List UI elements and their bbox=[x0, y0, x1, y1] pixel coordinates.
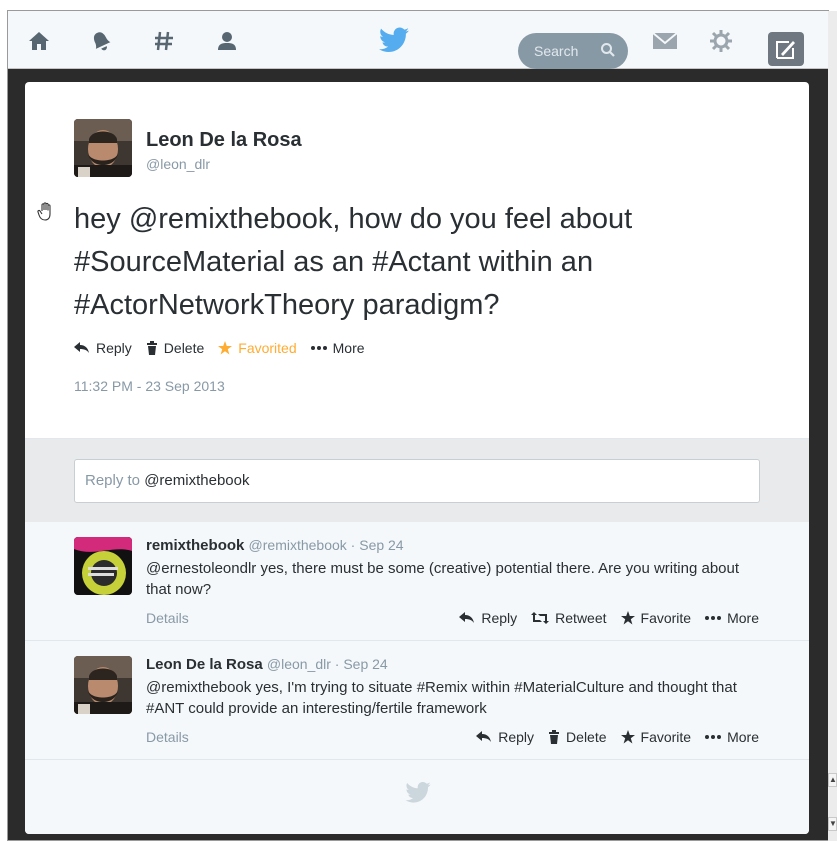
reply-author-name[interactable]: remixthebook bbox=[146, 537, 244, 554]
reply-author-name[interactable]: Leon De la Rosa bbox=[146, 656, 263, 673]
more-button[interactable]: More bbox=[705, 610, 759, 626]
reply-input[interactable]: Reply to @remixthebook bbox=[74, 459, 760, 503]
reply-actions: Reply Retweet Favorite More bbox=[459, 610, 759, 626]
reply-button[interactable]: Reply bbox=[476, 729, 534, 745]
retweet-icon bbox=[531, 612, 550, 624]
reply-area: Reply to @remixthebook bbox=[25, 438, 809, 522]
delete-label: Delete bbox=[163, 340, 205, 356]
search-input[interactable]: Search bbox=[518, 33, 628, 69]
trash-icon bbox=[146, 341, 158, 355]
delete-label: Delete bbox=[566, 729, 607, 745]
search-icon[interactable] bbox=[600, 42, 616, 58]
more-dots-icon bbox=[705, 735, 722, 739]
scroll-down-arrow[interactable]: ▼ bbox=[828, 817, 837, 831]
scroll-up-arrow[interactable]: ▲ bbox=[828, 773, 837, 787]
reply-mention: @remixthebook bbox=[144, 472, 250, 489]
favorite-label: Favorite bbox=[640, 729, 692, 745]
notifications-icon[interactable] bbox=[88, 28, 114, 54]
tweet-text: hey @remixthebook, how do you feel about… bbox=[74, 203, 633, 321]
more-button[interactable]: More bbox=[310, 340, 365, 356]
details-link[interactable]: Details bbox=[146, 729, 189, 745]
author-avatar[interactable] bbox=[74, 119, 132, 177]
reply-meta[interactable]: @remixthebook · Sep 24 bbox=[249, 537, 404, 553]
reply-avatar[interactable] bbox=[74, 656, 132, 714]
retweet-label: Retweet bbox=[555, 610, 607, 626]
messages-icon[interactable] bbox=[650, 28, 680, 54]
reply-header: remixthebook @remixthebook · Sep 24 bbox=[146, 537, 404, 554]
favorited-button[interactable]: Favorited bbox=[218, 340, 297, 356]
favorited-label: Favorited bbox=[238, 340, 297, 356]
compose-icon bbox=[775, 38, 797, 60]
star-icon bbox=[620, 730, 635, 744]
home-icon[interactable] bbox=[26, 28, 52, 54]
favorite-label: Favorite bbox=[640, 610, 692, 626]
twitter-bird-icon[interactable] bbox=[379, 27, 409, 55]
more-label: More bbox=[332, 340, 365, 356]
compose-button[interactable] bbox=[768, 32, 804, 66]
details-link[interactable]: Details bbox=[146, 610, 189, 626]
twitter-bird-icon bbox=[405, 782, 431, 804]
more-dots-icon bbox=[310, 346, 327, 350]
reply-text: @ernestoleondlr yes, there must be some … bbox=[146, 560, 740, 598]
settings-icon[interactable] bbox=[708, 28, 734, 54]
star-icon bbox=[620, 611, 635, 625]
reply-icon bbox=[74, 342, 90, 354]
reply-label: Reply bbox=[481, 610, 518, 626]
tweet-actions: Reply Delete Favorited More bbox=[74, 340, 365, 356]
reply-icon bbox=[476, 731, 492, 743]
delete-button[interactable]: Delete bbox=[548, 729, 607, 745]
trash-icon bbox=[548, 730, 560, 744]
me-icon[interactable] bbox=[214, 28, 240, 54]
retweet-button[interactable]: Retweet bbox=[531, 610, 607, 626]
reply-icon bbox=[459, 612, 475, 624]
tweet-timestamp[interactable]: 11:32 PM - 23 Sep 2013 bbox=[74, 378, 225, 394]
reply-tweet[interactable]: Leon De la Rosa @leon_dlr · Sep 24 @remi… bbox=[25, 641, 809, 760]
search-placeholder: Search bbox=[534, 43, 579, 59]
more-button[interactable]: More bbox=[705, 729, 759, 745]
more-label: More bbox=[727, 729, 759, 745]
more-dots-icon bbox=[705, 616, 722, 620]
reply-button[interactable]: Reply bbox=[74, 340, 132, 356]
top-nav-bar: Search bbox=[8, 11, 828, 69]
star-icon bbox=[218, 341, 233, 355]
favorite-button[interactable]: Favorite bbox=[620, 729, 692, 745]
more-label: More bbox=[727, 610, 759, 626]
reply-header: Leon De la Rosa @leon_dlr · Sep 24 bbox=[146, 656, 388, 673]
reply-tweet[interactable]: remixthebook @remixthebook · Sep 24 @ern… bbox=[25, 522, 809, 641]
reply-label: Reply bbox=[96, 340, 132, 356]
reply-meta[interactable]: @leon_dlr · Sep 24 bbox=[267, 656, 388, 672]
reply-prefix: Reply to bbox=[85, 472, 145, 489]
tweet-detail-card: Leon De la Rosa @leon_dlr hey @remixtheb… bbox=[25, 82, 809, 834]
reply-text: @remixthebook yes, I'm trying to situate… bbox=[146, 679, 737, 717]
author-handle[interactable]: @leon_dlr bbox=[146, 156, 210, 172]
reply-label: Reply bbox=[498, 729, 535, 745]
delete-button[interactable]: Delete bbox=[146, 340, 204, 356]
favorite-button[interactable]: Favorite bbox=[620, 610, 692, 626]
reply-button[interactable]: Reply bbox=[459, 610, 517, 626]
reply-avatar[interactable] bbox=[74, 537, 132, 595]
discover-icon[interactable] bbox=[151, 28, 177, 54]
scrollbar[interactable]: ▲ ▼ bbox=[828, 11, 837, 841]
hand-cursor-icon bbox=[37, 202, 55, 222]
author-name[interactable]: Leon De la Rosa bbox=[146, 129, 302, 152]
reply-actions: Reply Delete Favorite More bbox=[476, 729, 759, 745]
